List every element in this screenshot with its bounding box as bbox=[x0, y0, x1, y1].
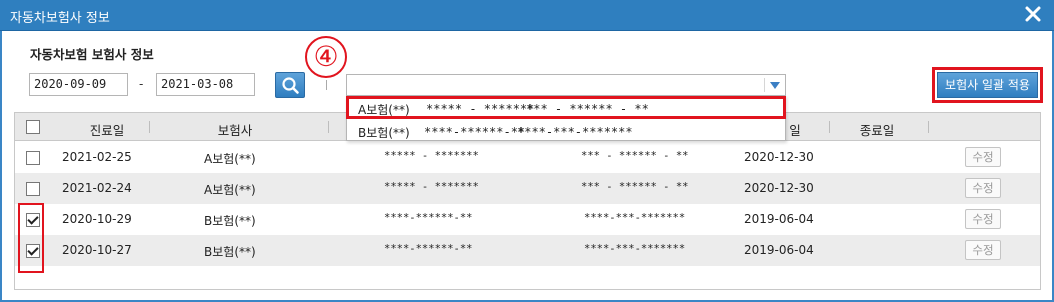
date-range-dash: - bbox=[139, 77, 144, 91]
cell-start-date: 2020-12-30 bbox=[744, 181, 814, 195]
cell-code-2: *** - ****** - ** bbox=[581, 150, 689, 162]
cell-code-1: ***** - ******* bbox=[384, 181, 479, 193]
table-row[interactable]: 2020-10-27 B보험(**) ****-******-** ****-*… bbox=[15, 235, 1040, 266]
option-code-1: ***** - ******* bbox=[426, 102, 535, 116]
header-insurer[interactable]: 보험사 bbox=[205, 120, 265, 139]
cell-start-date: 2020-12-30 bbox=[744, 150, 814, 164]
table-row[interactable]: 2020-10-29 B보험(**) ****-******-** ****-*… bbox=[15, 204, 1040, 235]
start-date-input[interactable]: 2020-09-09 bbox=[29, 73, 128, 96]
bulk-apply-highlight: 보험사 일괄 적용 bbox=[932, 67, 1043, 103]
edit-button[interactable]: 수정 bbox=[965, 240, 1001, 260]
cell-treatment-date: 2021-02-24 bbox=[62, 181, 132, 195]
cell-code-1: ****-******-** bbox=[384, 212, 473, 224]
row-checkbox[interactable] bbox=[26, 182, 40, 196]
chevron-down-icon[interactable] bbox=[770, 82, 780, 89]
insurer-select[interactable] bbox=[346, 74, 786, 96]
bulk-apply-button[interactable]: 보험사 일괄 적용 bbox=[937, 72, 1038, 98]
checked-rows-highlight bbox=[18, 203, 44, 273]
cell-insurer: A보험(**) bbox=[204, 152, 256, 166]
insurer-dropdown-list: A보험(**) ***** - ******* *** - ****** - *… bbox=[346, 95, 786, 141]
header-divider bbox=[149, 121, 150, 133]
step-marker: ④ bbox=[305, 36, 347, 78]
header-divider bbox=[928, 121, 929, 133]
cell-treatment-date: 2021-02-25 bbox=[62, 150, 132, 164]
select-divider bbox=[764, 78, 765, 92]
dropdown-option-a[interactable]: A보험(**) ***** - ******* *** - ****** - *… bbox=[346, 96, 786, 119]
table-row[interactable]: 2021-02-24 A보험(**) ***** - ******* *** -… bbox=[15, 173, 1040, 204]
header-divider bbox=[829, 121, 830, 133]
cell-treatment-date: 2020-10-27 bbox=[62, 243, 132, 257]
search-button[interactable] bbox=[275, 72, 305, 98]
cell-start-date: 2019-06-04 bbox=[744, 212, 814, 226]
window-title: 자동차보험사 정보 bbox=[10, 11, 110, 26]
header-end-date[interactable]: 종료일 bbox=[847, 120, 907, 139]
cell-insurer: A보험(**) bbox=[204, 183, 256, 197]
close-icon[interactable] bbox=[1024, 5, 1042, 23]
cell-code-2: ****-***-******* bbox=[584, 212, 686, 224]
header-divider bbox=[328, 121, 329, 133]
header-treatment-date[interactable]: 진료일 bbox=[77, 120, 137, 139]
select-all-checkbox[interactable] bbox=[26, 120, 40, 134]
row-checkbox[interactable] bbox=[26, 151, 40, 165]
option-code-2: *** - ****** - ** bbox=[526, 102, 649, 116]
dropdown-option-b[interactable]: B보험(**) ****-******-** ****-***-******* bbox=[347, 120, 785, 142]
edit-button[interactable]: 수정 bbox=[965, 178, 1001, 198]
edit-button[interactable]: 수정 bbox=[965, 147, 1001, 167]
cell-code-1: ****-******-** bbox=[384, 243, 473, 255]
cell-insurer: B보험(**) bbox=[204, 245, 256, 259]
cell-treatment-date: 2020-10-29 bbox=[62, 212, 132, 226]
option-code-2: ****-***-******* bbox=[517, 125, 633, 139]
option-code-1: ****-******-** bbox=[424, 125, 526, 139]
title-bar: 자동차보험사 정보 bbox=[0, 0, 1054, 31]
cell-code-1: ***** - ******* bbox=[384, 150, 479, 162]
end-date-input[interactable]: 2021-03-08 bbox=[156, 73, 255, 96]
header-start-date[interactable]: 일 bbox=[785, 120, 805, 139]
cell-code-2: ****-***-******* bbox=[584, 243, 686, 255]
search-icon bbox=[282, 77, 299, 94]
cell-start-date: 2019-06-04 bbox=[744, 243, 814, 257]
edit-button[interactable]: 수정 bbox=[965, 209, 1001, 229]
option-name: A보험(**) bbox=[358, 103, 410, 117]
table-row[interactable]: 2021-02-25 A보험(**) ***** - ******* *** -… bbox=[15, 142, 1040, 173]
cell-insurer: B보험(**) bbox=[204, 214, 256, 228]
section-title: 자동차보험 보험사 정보 bbox=[30, 47, 154, 62]
cell-code-2: *** - ****** - ** bbox=[581, 181, 689, 193]
option-name: B보험(**) bbox=[358, 126, 410, 140]
separator bbox=[326, 80, 327, 90]
